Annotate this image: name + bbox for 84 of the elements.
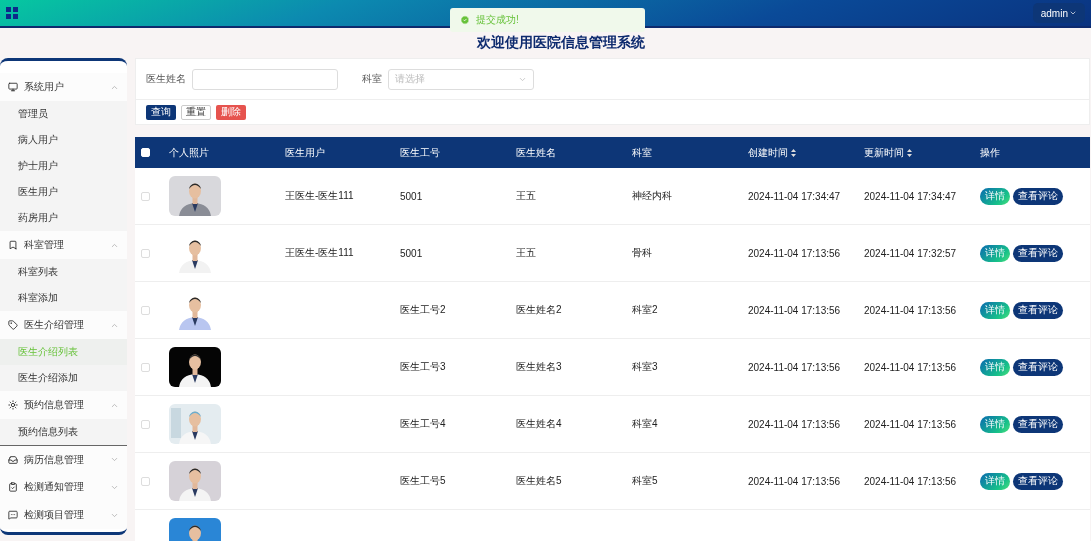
view-comments-button[interactable]: 查看评论 xyxy=(1013,358,1063,376)
toast-message: 提交成功! xyxy=(476,13,519,27)
table-cell-text: 2024-11-04 17:13:56 xyxy=(748,304,842,316)
row-checkbox[interactable] xyxy=(141,362,150,372)
table-cell-text: 科室2 xyxy=(632,303,659,317)
sun-icon xyxy=(8,400,18,410)
table-cell-text: 骨科 xyxy=(632,246,653,260)
reset-button[interactable]: 重置 xyxy=(181,104,211,120)
column-header: 创建时间 xyxy=(748,145,788,160)
view-comments-button[interactable]: 查看评论 xyxy=(1013,187,1063,205)
column-header: 医生工号 xyxy=(400,145,440,160)
table-cell-text: 2024-11-04 17:13:56 xyxy=(748,361,842,373)
select-all-checkbox[interactable] xyxy=(141,148,150,157)
table-cell-text: 2024-11-04 17:13:56 xyxy=(864,361,958,373)
sort-icon[interactable] xyxy=(791,148,796,157)
menu-item[interactable]: 病人用户 xyxy=(0,127,127,153)
field-label: 科室 xyxy=(362,72,382,86)
menu-item[interactable]: 医生介绍添加 xyxy=(0,365,127,391)
table-cell-text: 2024-11-04 17:34:47 xyxy=(864,190,958,202)
chevron-down-icon xyxy=(110,455,119,464)
menu-item[interactable]: 预约信息列表 xyxy=(0,419,127,445)
clipboard-icon xyxy=(8,482,18,492)
table-cell-text: 2024-11-04 17:13:56 xyxy=(748,247,842,259)
column-header: 医生用户 xyxy=(285,145,325,160)
column-header: 科室 xyxy=(632,145,652,160)
menu-item[interactable]: 药房用户 xyxy=(0,205,127,231)
user-menu-button[interactable]: admin xyxy=(1032,3,1085,23)
table-cell-text: 王五 xyxy=(516,189,537,203)
table-cell-text: 2024-11-04 17:13:56 xyxy=(748,418,842,430)
bookmark-icon xyxy=(8,240,18,250)
table-cell-text: 2024-11-04 17:34:47 xyxy=(748,190,842,202)
table-cell-text: 2024-11-04 17:32:57 xyxy=(864,247,958,259)
column-header: 医生姓名 xyxy=(516,145,556,160)
menu-item[interactable]: 科室列表 xyxy=(0,259,127,285)
table-cell-text: 医生工号5 xyxy=(400,474,447,488)
view-comments-button[interactable]: 查看评论 xyxy=(1013,244,1063,262)
search-button[interactable]: 查询 xyxy=(146,104,176,120)
row-checkbox[interactable] xyxy=(141,305,150,315)
table-cell-text: 医生姓名4 xyxy=(516,417,563,431)
name-field[interactable] xyxy=(192,68,338,90)
table-cell-text: 医生姓名5 xyxy=(516,474,563,488)
menu-item[interactable]: 医生用户 xyxy=(0,179,127,205)
table-cell-text: 医生工号3 xyxy=(400,360,447,374)
column-header: 个人照片 xyxy=(169,145,209,160)
column-header: 操作 xyxy=(980,145,1000,160)
table-cell-text: 科室5 xyxy=(632,474,659,488)
table-cell-text: 科室3 xyxy=(632,360,659,374)
table-cell-text: 2024-11-04 17:13:56 xyxy=(748,475,842,487)
grid-icon[interactable] xyxy=(6,7,18,19)
table-cell-text: 5001 xyxy=(400,247,424,259)
row-checkbox[interactable] xyxy=(141,419,150,429)
chevron-down-icon xyxy=(1069,9,1077,17)
row-checkbox[interactable] xyxy=(141,248,150,258)
check-circle-icon xyxy=(460,15,470,25)
sort-icon[interactable] xyxy=(907,148,912,157)
column-header: 更新时间 xyxy=(864,145,904,160)
chat-icon xyxy=(8,510,18,520)
delete-button[interactable]: 删除 xyxy=(216,104,246,120)
table-cell-text: 2024-11-04 17:13:56 xyxy=(864,304,958,316)
page-title: 欢迎使用医院信息管理系统 xyxy=(475,33,646,52)
view-comments-button[interactable]: 查看评论 xyxy=(1013,415,1063,433)
row-checkbox[interactable] xyxy=(141,191,150,201)
table-cell-text: 医生姓名2 xyxy=(516,303,563,317)
table-cell-text: 医生姓名3 xyxy=(516,360,563,374)
table-cell-text: 医生工号4 xyxy=(400,417,447,431)
tag-icon xyxy=(8,320,18,330)
table-cell-text: 神经内科 xyxy=(632,189,673,203)
menu-item[interactable]: 科室添加 xyxy=(0,285,127,311)
table-cell-text: 科室4 xyxy=(632,417,659,431)
table-cell-text: 王医生-医生111 xyxy=(285,189,355,203)
table-cell-text: 王医生-医生111 xyxy=(285,246,355,260)
table-cell-text: 2024-11-04 17:13:56 xyxy=(864,475,958,487)
table-cell-text: 医生工号2 xyxy=(400,303,447,317)
row-checkbox[interactable] xyxy=(141,476,150,486)
inbox-icon xyxy=(8,454,18,465)
field-label: 医生姓名 xyxy=(146,72,186,86)
table-cell-text: 5001 xyxy=(400,190,424,202)
table-cell-text: 王五 xyxy=(516,246,537,260)
menu-item[interactable]: 护士用户 xyxy=(0,153,127,179)
menu-item[interactable]: 管理员 xyxy=(0,101,127,127)
view-comments-button[interactable]: 查看评论 xyxy=(1013,472,1063,490)
monitor-icon xyxy=(8,82,18,92)
view-comments-button[interactable]: 查看评论 xyxy=(1013,301,1063,319)
table-cell-text: 2024-11-04 17:13:56 xyxy=(864,418,958,430)
